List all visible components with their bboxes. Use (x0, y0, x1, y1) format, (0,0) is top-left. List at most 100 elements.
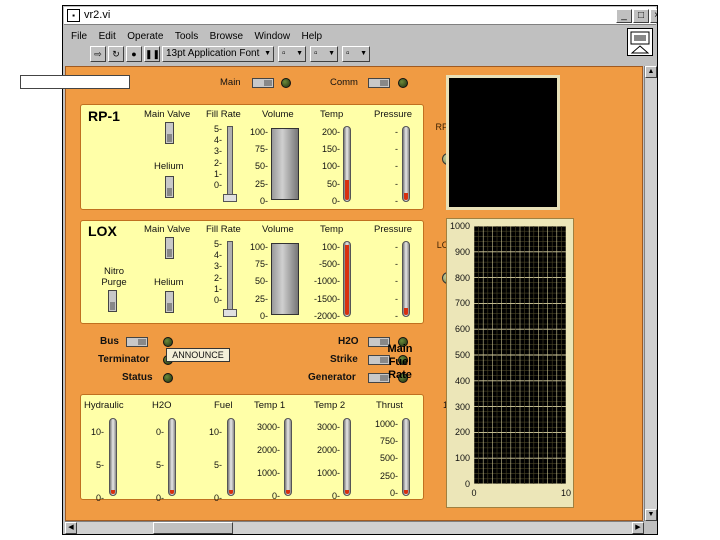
chevron-down-icon: ▼ (328, 50, 335, 57)
rp1-helium-switch[interactable] (165, 176, 174, 198)
fuel-fill (229, 490, 233, 494)
main-fuel-rate-label: Main Fuel Rate (387, 343, 413, 381)
align-icon: ▫ (282, 48, 286, 59)
temp1-fill (286, 490, 290, 494)
temp1-label: Temp 1 (254, 400, 286, 411)
lox-helium-switch[interactable] (165, 291, 174, 313)
rp1-main-valve-switch[interactable] (165, 122, 174, 144)
hydraulic-gauge (109, 418, 117, 496)
horizontal-scroll-thumb[interactable] (153, 522, 233, 534)
pause-icon[interactable]: ❚❚ (144, 46, 160, 62)
lox-fill-rate-knob[interactable] (223, 309, 237, 317)
horizontal-scrollbar[interactable]: ◀ ▶ (65, 521, 644, 534)
lox-helium-label: Helium (154, 277, 184, 288)
main-led (281, 78, 291, 88)
lox-volume-ticks: 100- 75- 50- 25- 0- (249, 242, 268, 321)
reorder-select[interactable]: ▫ ▼ (342, 46, 370, 62)
chart-y-tick: 900 (454, 246, 470, 257)
lox-title: LOX (88, 223, 117, 239)
strip-chart-plot (474, 226, 566, 484)
close-button[interactable]: × (650, 9, 657, 23)
thrust-gauge (402, 418, 410, 496)
h2o-fill (170, 490, 174, 494)
rp1-fill-rate-ticks: 5- 4- 3- 2- 1- 0- (213, 124, 222, 191)
h2o-ticks: 0- 5- 0- (155, 427, 164, 503)
scroll-right-icon[interactable]: ▶ (632, 522, 644, 534)
lox-temp-fill (345, 245, 349, 315)
scroll-left-icon[interactable]: ◀ (65, 522, 77, 534)
strike-label: Strike (330, 354, 358, 365)
font-select[interactable]: 13pt Application Font ▼ (162, 46, 274, 62)
menu-browse[interactable]: Browse (203, 28, 243, 42)
lox-temp-label: Temp (320, 224, 344, 235)
bus-toggle-switch[interactable] (126, 337, 148, 347)
run-arrow-icon[interactable]: ⇨ (90, 46, 106, 62)
title-bar[interactable]: ▪ vr2.vi _ □ × (64, 7, 657, 25)
chevron-down-icon: ▼ (296, 50, 303, 57)
rp1-temp-ticks: 200- 150- 100- 50- 0- (321, 127, 340, 206)
rp1-volume-tank (271, 128, 299, 200)
lox-fill-rate-slider[interactable] (227, 241, 233, 313)
menu-window[interactable]: Window (247, 28, 290, 42)
rp1-volume-label: Volume (262, 109, 294, 120)
vi-connector-icon (630, 31, 650, 54)
fuel-label: Fuel (214, 400, 233, 411)
hydraulic-label: Hydraulic (84, 400, 124, 411)
rp1-temp-label: Temp (320, 109, 344, 120)
menu-help[interactable]: Help (295, 28, 323, 42)
abort-stop-icon[interactable]: ● (126, 46, 142, 62)
menu-file[interactable]: File (64, 28, 87, 42)
rp1-pressure-ticks: ----- (395, 127, 398, 206)
reorder-icon: ▫ (346, 48, 350, 59)
chart-y-tick: 800 (454, 272, 470, 283)
chart-y-tick: 400 (454, 375, 470, 386)
rp1-pressure-gauge (402, 126, 410, 202)
rp1-fill-rate-knob[interactable] (223, 194, 237, 202)
bus-led (163, 337, 173, 347)
lox-volume-label: Volume (262, 224, 294, 235)
vi-icon[interactable] (627, 28, 653, 56)
vertical-scrollbar[interactable]: ▲ ▼ (644, 66, 657, 521)
window-title: vr2.vi (84, 9, 111, 21)
lox-main-valve-switch[interactable] (165, 237, 174, 259)
menu-operate[interactable]: Operate (120, 28, 163, 42)
run-continuous-icon[interactable]: ↻ (108, 46, 124, 62)
lox-temp-thermometer (343, 241, 351, 317)
rp1-volume-ticks: 100- 75- 50- 25- 0- (249, 127, 268, 206)
chart-y-tick: 0 (464, 479, 470, 489)
black-display-indicator (446, 75, 560, 210)
temp1-gauge (284, 418, 292, 496)
temp2-fill (345, 490, 349, 494)
announce-button[interactable]: ANNOUNCE (166, 348, 230, 362)
toolbar: ⇨ ↻ ● ❚❚ 13pt Application Font ▼ ▫ ▼ ▫ ▼ ▫… (64, 44, 656, 66)
chevron-down-icon: ▼ (360, 50, 367, 57)
menu-edit[interactable]: Edit (92, 28, 116, 42)
align-objects-select[interactable]: ▫ ▼ (278, 46, 306, 62)
h2o-level-label: H2O (152, 400, 172, 411)
distribute-objects-select[interactable]: ▫ ▼ (310, 46, 338, 62)
generator-label: Generator (308, 372, 356, 383)
lox-main-valve-label: Main Valve (144, 224, 191, 235)
menu-tools[interactable]: Tools (168, 28, 198, 42)
string-input[interactable] (20, 75, 130, 89)
rp1-fill-rate-slider[interactable] (227, 126, 233, 198)
chart-y-tick: 1000 (449, 221, 470, 231)
lox-pressure-label: Pressure (374, 224, 413, 235)
chevron-down-icon: ▼ (264, 50, 271, 57)
chart-y-tick: 500 (454, 350, 470, 360)
scroll-down-icon[interactable]: ▼ (645, 509, 657, 521)
minimize-button[interactable]: _ (616, 9, 632, 23)
main-toggle-switch[interactable] (252, 78, 274, 88)
lox-nitro-purge-switch[interactable] (108, 290, 117, 312)
lox-volume-tank (271, 243, 299, 315)
rp1-fill-rate-label: Fill Rate (206, 109, 241, 120)
maximize-button[interactable]: □ (633, 9, 649, 23)
temp2-ticks: 3000- 2000- 1000- 0- (316, 422, 340, 501)
lox-pressure-gauge (402, 241, 410, 317)
distribute-icon: ▫ (314, 48, 318, 59)
scroll-up-icon[interactable]: ▲ (645, 66, 657, 78)
lox-fill-rate-ticks: 5- 4- 3- 2- 1- 0- (213, 239, 222, 306)
comm-toggle-switch[interactable] (368, 78, 390, 88)
hydraulic-fill (111, 490, 115, 494)
terminator-label: Terminator (98, 354, 150, 365)
